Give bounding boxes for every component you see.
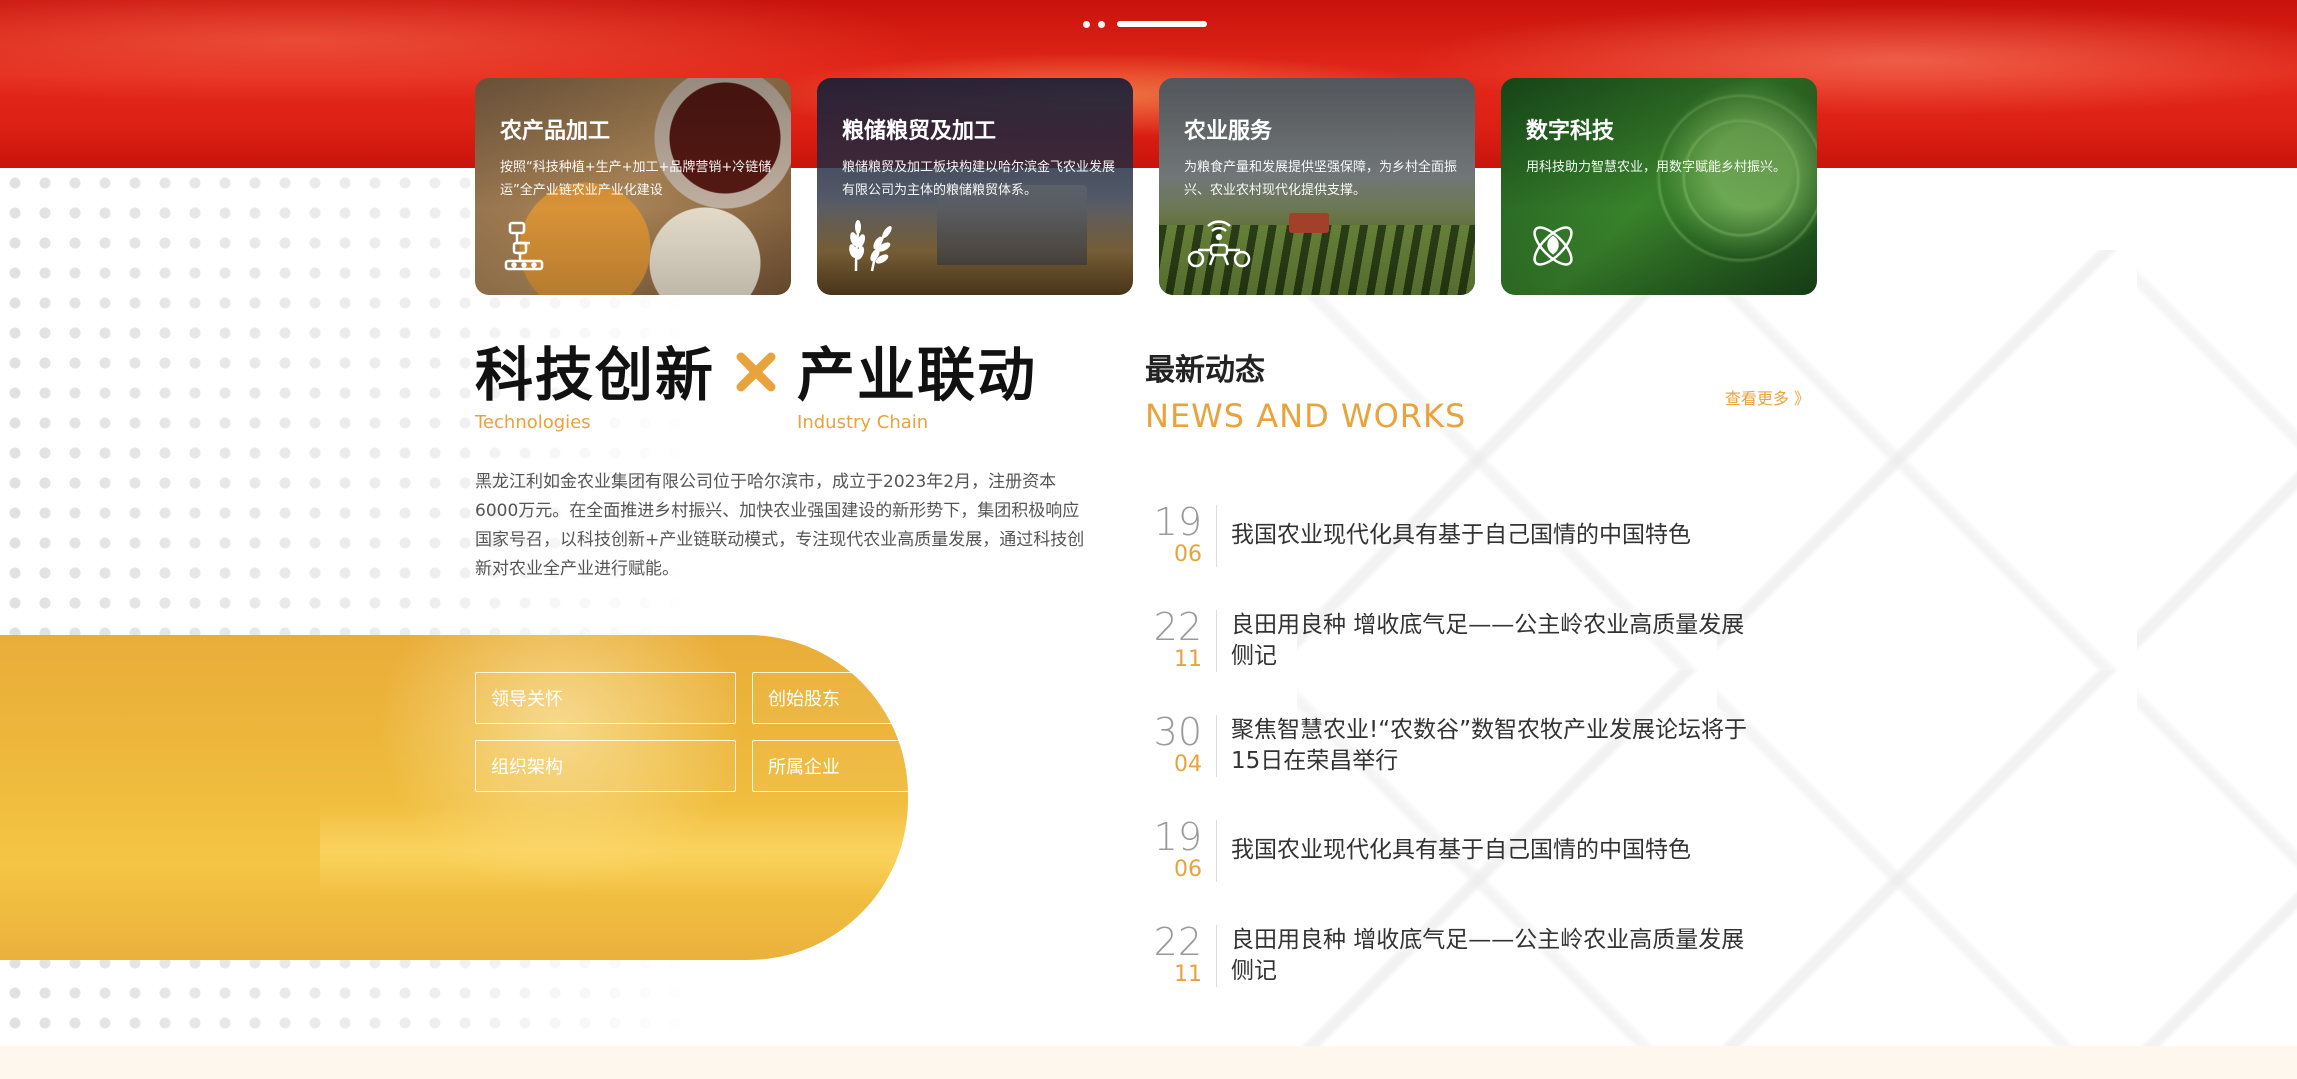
intro-section: 科技创新 Technologies 产业联动 Industry Chain 黑龙… xyxy=(475,340,1095,584)
card-grain-storage[interactable]: 粮储粮贸及加工 粮储粮贸及加工板块构建以哈尔滨金飞农业发展有限公司为主体的粮储粮… xyxy=(817,78,1133,295)
cross-icon xyxy=(736,352,776,392)
card-agri-services[interactable]: 农业服务 为粮食产量和发展提供坚强保障，为乡村全面振兴、农业农村现代化提供支撑。 xyxy=(1159,78,1475,295)
news-month: 11 xyxy=(1174,646,1202,672)
card-digital-tech[interactable]: 数字科技 用科技助力智慧农业，用数字赋能乡村振兴。 xyxy=(1501,78,1817,295)
about-links: 领导关怀 创始股东 组织架构 所属企业 xyxy=(475,672,1013,792)
news-month: 11 xyxy=(1174,961,1202,987)
headline-industry-sub: Industry Chain xyxy=(797,412,929,433)
news-headline[interactable]: 良田用良种 增收底气足——公主岭农业高质量发展侧记 xyxy=(1231,610,1751,672)
news-day: 22 xyxy=(1153,604,1202,649)
card-title: 农产品加工 xyxy=(500,119,611,144)
company-description: 黑龙江利如金农业集团有限公司位于哈尔滨市，成立于2023年2月，注册资本6000… xyxy=(475,472,1085,579)
news-list: 19 06 我国农业现代化具有基于自己国情的中国特色 22 11 良田用良种 增… xyxy=(1145,483,1810,1008)
view-more-link[interactable]: 查看更多 》 xyxy=(1725,385,1810,409)
news-headline[interactable]: 良田用良种 增收底气足——公主岭农业高质量发展侧记 xyxy=(1231,925,1751,987)
footer-strip xyxy=(0,1046,2297,1079)
news-item[interactable]: 22 11 良田用良种 增收底气足——公主岭农业高质量发展侧记 xyxy=(1145,903,1810,1008)
link-founding-shareholders[interactable]: 创始股东 xyxy=(752,672,1013,724)
news-day: 30 xyxy=(1153,709,1202,754)
news-item[interactable]: 22 11 良田用良种 增收底气足——公主岭农业高质量发展侧记 xyxy=(1145,588,1810,693)
slider-dot-2[interactable] xyxy=(1098,20,1105,28)
card-agri-processing[interactable]: 农产品加工 按照“科技种植+生产+加工+品牌营销+冷链储运”全产业链农业产业化建… xyxy=(475,78,791,295)
slider-pagination xyxy=(1083,20,1207,28)
headline-technology-sub: Technologies xyxy=(475,412,591,433)
card-title: 数字科技 xyxy=(1526,119,1615,144)
news-section: 最新动态 NEWS AND WORKS 查看更多 》 19 06 我国农业现代化… xyxy=(1145,345,1810,1008)
news-date: 30 04 xyxy=(1145,709,1217,777)
link-leader-care[interactable]: 领导关怀 xyxy=(475,672,736,724)
news-date: 19 06 xyxy=(1145,814,1217,882)
headline-left: 科技创新 Technologies xyxy=(475,340,715,433)
card-title: 粮储粮贸及加工 xyxy=(842,119,997,144)
news-date: 19 06 xyxy=(1145,499,1217,567)
card-description: 用科技助力智慧农业，用数字赋能乡村振兴。 xyxy=(1526,160,1787,175)
wheat-icon xyxy=(849,220,892,272)
intro-headline: 科技创新 Technologies 产业联动 Industry Chain xyxy=(475,340,1095,433)
news-month: 06 xyxy=(1174,856,1202,882)
news-title: 最新动态 xyxy=(1145,353,1265,388)
headline-technology: 科技创新 xyxy=(475,341,716,409)
headline-industry: 产业联动 xyxy=(797,341,1038,409)
business-cards: 农产品加工 按照“科技种植+生产+加工+品牌营销+冷链储运”全产业链农业产业化建… xyxy=(475,78,1817,295)
card-description: 按照“科技种植+生产+加工+品牌营销+冷链储运”全产业链农业产业化建设 xyxy=(500,160,772,198)
news-day: 19 xyxy=(1153,499,1202,544)
slider-dot-1[interactable] xyxy=(1083,20,1090,28)
news-headline[interactable]: 聚焦智慧农业!“农数谷”数智农牧产业发展论坛将于15日在荣昌举行 xyxy=(1231,715,1751,777)
news-item[interactable]: 30 04 聚焦智慧农业!“农数谷”数智农牧产业发展论坛将于15日在荣昌举行 xyxy=(1145,693,1810,798)
news-item[interactable]: 19 06 我国农业现代化具有基于自己国情的中国特色 xyxy=(1145,483,1810,588)
card-description: 粮储粮贸及加工板块构建以哈尔滨金飞农业发展有限公司为主体的粮储粮贸体系。 xyxy=(842,160,1116,198)
news-day: 22 xyxy=(1153,919,1202,964)
slider-dot-active[interactable] xyxy=(1117,21,1207,27)
factory-robot-icon xyxy=(504,221,544,271)
news-headline[interactable]: 我国农业现代化具有基于自己国情的中国特色 xyxy=(1231,520,1751,551)
news-day: 19 xyxy=(1153,814,1202,859)
news-date: 22 11 xyxy=(1145,919,1217,987)
drone-icon xyxy=(1187,220,1251,268)
card-description: 为粮食产量和发展提供坚强保障，为乡村全面振兴、农业农村现代化提供支撑。 xyxy=(1184,160,1458,198)
link-org-structure[interactable]: 组织架构 xyxy=(475,740,736,792)
atom-leaf-icon xyxy=(1533,226,1573,266)
news-subtitle: NEWS AND WORKS xyxy=(1145,397,1467,435)
headline-right: 产业联动 Industry Chain xyxy=(797,340,1037,433)
news-headline[interactable]: 我国农业现代化具有基于自己国情的中国特色 xyxy=(1231,835,1751,866)
card-title: 农业服务 xyxy=(1184,119,1273,144)
news-date: 22 11 xyxy=(1145,604,1217,672)
news-item[interactable]: 19 06 我国农业现代化具有基于自己国情的中国特色 xyxy=(1145,798,1810,903)
link-subsidiaries[interactable]: 所属企业 xyxy=(752,740,1013,792)
news-month: 06 xyxy=(1174,541,1202,567)
news-month: 04 xyxy=(1174,751,1202,777)
